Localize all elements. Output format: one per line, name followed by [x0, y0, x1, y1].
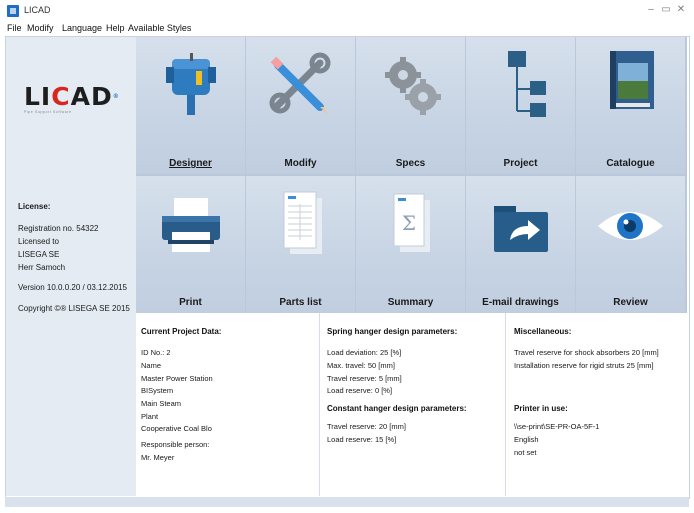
folder-tree-icon — [508, 51, 546, 117]
email-drawings-label: E-mail drawings — [482, 297, 559, 308]
designer-label: Designer — [169, 158, 212, 169]
menu-language[interactable]: Language — [62, 23, 102, 33]
printer-icon — [162, 198, 220, 252]
spring-param: Load deviation: 25 [%] — [327, 348, 402, 357]
catalogue-book-icon — [610, 51, 654, 109]
maximize-button[interactable]: ▭ — [659, 3, 673, 17]
spring-param: Travel reserve: 5 [mm] — [327, 374, 402, 383]
licensed-to-label: Licensed to — [18, 237, 59, 246]
designer-icon — [166, 53, 216, 115]
spring-heading: Spring hanger design parameters: — [327, 327, 458, 336]
modify-tile[interactable]: Modify — [246, 37, 355, 174]
review-tile[interactable]: Review — [576, 176, 685, 313]
specs-label: Specs — [395, 158, 426, 169]
window-title: LICAD — [24, 5, 51, 15]
svg-text:Σ: Σ — [402, 211, 416, 235]
title-bar: LICAD – ▭ ✕ — [0, 0, 694, 23]
project-line: BISystem — [141, 386, 174, 395]
printer-line: \\se-print\SE-PR-OA-5F-1 — [514, 422, 600, 431]
parts-list-tile[interactable]: Parts list — [246, 176, 355, 313]
constant-param: Load reserve: 15 [%] — [327, 435, 397, 444]
menu-available-styles[interactable]: Available Styles — [128, 23, 191, 33]
minimize-button[interactable]: – — [644, 3, 658, 17]
menu-modify[interactable]: Modify — [27, 23, 54, 33]
summary-label: Summary — [387, 297, 434, 308]
catalogue-label: Catalogue — [606, 158, 655, 169]
constant-heading: Constant hanger design parameters: — [327, 404, 467, 413]
menu-bar: File Modify Language Help Available Styl… — [0, 22, 694, 36]
tile-grid: Designer Modify Specs Project Catalogue … — [136, 37, 687, 313]
printer-line: not set — [514, 448, 537, 457]
constant-param: Travel reserve: 20 [mm] — [327, 422, 406, 431]
specs-tile[interactable]: Specs — [356, 37, 465, 174]
license-user: Herr Samoch — [18, 263, 66, 272]
email-drawings-tile[interactable]: E-mail drawings — [466, 176, 575, 313]
designer-tile[interactable]: Designer — [136, 37, 245, 174]
app-icon — [7, 5, 19, 17]
eye-icon — [598, 212, 663, 240]
licad-logo: LICAD® Pipe Support Software — [24, 82, 120, 114]
parts-list-label: Parts list — [279, 297, 322, 308]
copyright-text: Copyright ©® LISEGA SE 2015 — [18, 304, 130, 313]
version-text: Version 10.0.0.20 / 03.12.2015 — [18, 283, 127, 292]
project-tile[interactable]: Project — [466, 37, 575, 174]
project-line: Cooperative Coal Blo — [141, 424, 212, 433]
spring-param: Max. travel: 50 [mm] — [327, 361, 395, 370]
modify-label: Modify — [284, 158, 317, 169]
project-heading: Current Project Data: — [141, 327, 222, 336]
close-button[interactable]: ✕ — [674, 3, 688, 17]
responsible-label: Responsible person: — [141, 440, 210, 449]
project-line: Plant — [141, 412, 159, 421]
license-company: LISEGA SE — [18, 250, 60, 259]
wrench-pencil-icon — [269, 52, 331, 115]
design-parameters-panel: Spring hanger design parameters: Load de… — [319, 313, 506, 496]
misc-line: Travel reserve for shock absorbers 20 [m… — [514, 348, 659, 357]
summary-tile[interactable]: Σ Summary — [356, 176, 465, 313]
email-folder-icon — [494, 206, 548, 252]
misc-panel: Miscellaneous: Travel reserve for shock … — [505, 313, 688, 496]
project-id: ID No.: 2 — [141, 348, 171, 357]
menu-file[interactable]: File — [7, 23, 22, 33]
summary-sigma-icon: Σ — [393, 193, 430, 252]
project-line: Main Steam — [141, 399, 182, 408]
print-tile[interactable]: Print — [136, 176, 245, 313]
catalogue-tile[interactable]: Catalogue — [576, 37, 685, 174]
spring-param: Load reserve: 0 [%] — [327, 386, 393, 395]
license-heading: License: — [18, 202, 51, 211]
print-label: Print — [179, 297, 202, 308]
printer-line: English — [514, 435, 539, 444]
menu-help[interactable]: Help — [106, 23, 125, 33]
project-label: Project — [503, 158, 538, 169]
project-line: Name — [141, 361, 162, 370]
responsible-person: Mr. Meyer — [141, 453, 175, 462]
misc-heading: Miscellaneous: — [514, 327, 572, 336]
printer-heading: Printer in use: — [514, 404, 568, 413]
gears-icon — [385, 57, 441, 115]
project-line: Master Power Station — [141, 374, 213, 383]
misc-line: Installation reserve for rigid struts 25… — [514, 361, 654, 370]
review-label: Review — [613, 297, 648, 308]
status-bar — [5, 497, 689, 507]
parts-list-icon — [283, 191, 322, 254]
registration-number: Registration no. 54322 — [18, 224, 99, 233]
project-data-panel: Current Project Data: ID No.: 2 Name Mas… — [136, 313, 319, 496]
